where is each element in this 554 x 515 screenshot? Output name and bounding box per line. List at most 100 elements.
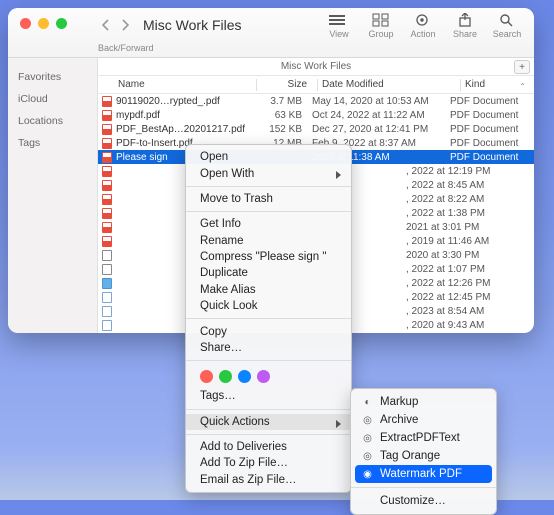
back-button[interactable] [98, 16, 114, 34]
sidebar-item-favorites[interactable]: Favorites [18, 66, 97, 88]
file-icon [98, 138, 116, 149]
menu-separator [186, 318, 351, 319]
file-icon [98, 250, 116, 261]
file-kind: PDF Document [450, 152, 534, 163]
file-row[interactable]: 90119020…rypted_.pdf3.7 MBMay 14, 2020 a… [98, 94, 534, 108]
file-icon [98, 194, 116, 205]
file-icon [98, 320, 116, 331]
file-row[interactable]: PDF_BestAp…20201217.pdf152 KBDec 27, 202… [98, 122, 534, 136]
path-bar: Misc Work Files + [98, 58, 534, 76]
qa-markup[interactable]: ◐Markup [351, 393, 496, 411]
sort-chevron-icon: ⌃ [519, 82, 526, 91]
menu-add-zip[interactable]: Add To Zip File… [186, 455, 351, 471]
view-button[interactable]: View [322, 12, 356, 39]
menu-separator [186, 434, 351, 435]
menu-add-deliveries[interactable]: Add to Deliveries [186, 439, 351, 455]
menu-quick-look[interactable]: Quick Look [186, 298, 351, 314]
col-date[interactable]: Date Modified [322, 79, 460, 90]
menu-separator [186, 409, 351, 410]
file-icon [98, 208, 116, 219]
qa-customize[interactable]: Customize… [351, 492, 496, 510]
file-icon [98, 236, 116, 247]
window-title: Misc Work Files [143, 17, 242, 33]
archive-icon: ◎ [361, 414, 374, 427]
menu-share[interactable]: Share… [186, 340, 351, 356]
forward-button[interactable] [117, 16, 133, 34]
quick-actions-submenu: ◐Markup ◎Archive ◎ExtractPDFText ◎Tag Or… [350, 388, 497, 515]
file-name: 90119020…rypted_.pdf [116, 96, 256, 107]
file-row[interactable]: mypdf.pdf63 KBOct 24, 2022 at 11:22 AMPD… [98, 108, 534, 122]
qa-archive[interactable]: ◎Archive [351, 411, 496, 429]
sidebar-item-icloud[interactable]: iCloud [18, 88, 97, 110]
file-name: mypdf.pdf [116, 110, 256, 121]
file-kind: PDF Document [450, 96, 534, 107]
qa-watermark[interactable]: ◉Watermark PDF [355, 465, 492, 483]
file-size: 63 KB [256, 110, 312, 121]
sidebar-item-locations[interactable]: Locations [18, 110, 97, 132]
file-kind: PDF Document [450, 124, 534, 135]
zoom-window-button[interactable] [56, 18, 67, 29]
file-icon [98, 152, 116, 163]
col-kind[interactable]: Kind⌃ [465, 79, 534, 90]
file-icon [98, 306, 116, 317]
menu-tags[interactable]: Tags… [186, 388, 351, 404]
qa-tag-orange[interactable]: ◎Tag Orange [351, 447, 496, 465]
action-button[interactable]: Action [406, 12, 440, 39]
toolbar: Misc Work Files View Group Action [98, 8, 534, 58]
menu-quick-actions[interactable]: Quick Actions [186, 414, 351, 430]
sidebar: Favorites iCloud Locations Tags [8, 58, 98, 333]
menu-get-info[interactable]: Get Info [186, 216, 351, 232]
file-kind: PDF Document [450, 138, 534, 149]
file-icon [98, 222, 116, 233]
file-date: May 14, 2020 at 10:53 AM [312, 96, 450, 107]
menu-rename[interactable]: Rename [186, 233, 351, 249]
menu-separator [351, 487, 496, 488]
file-icon [98, 124, 116, 135]
tag-purple[interactable] [257, 370, 270, 383]
menu-duplicate[interactable]: Duplicate [186, 265, 351, 281]
column-headers: Name Size Date Modified Kind⌃ [98, 76, 534, 94]
group-button[interactable]: Group [364, 12, 398, 39]
menu-tag-colors [186, 365, 351, 388]
share-button[interactable]: Share [448, 12, 482, 39]
add-tab-button[interactable]: + [514, 60, 530, 74]
search-button[interactable]: Search [490, 12, 524, 39]
file-icon [98, 166, 116, 177]
file-icon [98, 264, 116, 275]
menu-email-zip[interactable]: Email as Zip File… [186, 472, 351, 488]
file-size: 152 KB [256, 124, 312, 135]
file-icon [98, 180, 116, 191]
nav-caption: Back/Forward [98, 43, 154, 53]
context-menu: Open Open With Move to Trash Get Info Re… [185, 144, 352, 493]
file-icon [98, 110, 116, 121]
menu-trash[interactable]: Move to Trash [186, 191, 351, 207]
col-name[interactable]: Name [116, 79, 256, 90]
file-name: PDF_BestAp…20201217.pdf [116, 124, 256, 135]
path-title: Misc Work Files [281, 61, 351, 72]
minimize-window-button[interactable] [38, 18, 49, 29]
menu-open-with[interactable]: Open With [186, 165, 351, 181]
file-date: Dec 27, 2020 at 12:41 PM [312, 124, 450, 135]
col-size[interactable]: Size [261, 79, 317, 90]
close-window-button[interactable] [20, 18, 31, 29]
watermark-icon: ◉ [361, 468, 374, 481]
extract-icon: ◎ [361, 432, 374, 445]
sidebar-item-tags[interactable]: Tags [18, 132, 97, 154]
menu-make-alias[interactable]: Make Alias [186, 282, 351, 298]
file-icon [98, 96, 116, 107]
menu-compress[interactable]: Compress "Please sign " [186, 249, 351, 265]
file-size: 3.7 MB [256, 96, 312, 107]
qa-extract[interactable]: ◎ExtractPDFText [351, 429, 496, 447]
tag-icon: ◎ [361, 450, 374, 463]
file-icon [98, 292, 116, 303]
tag-green[interactable] [219, 370, 232, 383]
markup-icon: ◐ [361, 396, 374, 409]
menu-copy[interactable]: Copy [186, 323, 351, 339]
tag-red[interactable] [200, 370, 213, 383]
file-date: Oct 24, 2022 at 11:22 AM [312, 110, 450, 121]
menu-separator [186, 211, 351, 212]
menu-separator [186, 186, 351, 187]
menu-open[interactable]: Open [186, 149, 351, 165]
file-icon [98, 278, 116, 289]
tag-blue[interactable] [238, 370, 251, 383]
